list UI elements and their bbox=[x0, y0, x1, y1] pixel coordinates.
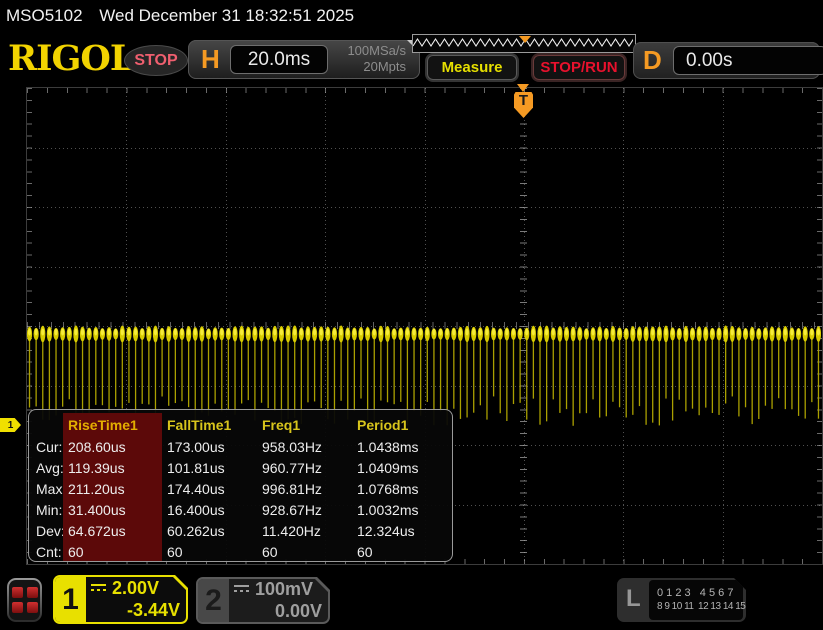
channel2-badge[interactable]: 2 100mV 0.00V bbox=[196, 577, 330, 624]
delay-block[interactable]: D 0.00s bbox=[633, 42, 820, 79]
meas-column-header: Freq1 bbox=[257, 413, 352, 436]
measurement-panel: RiseTime1FallTime1Freq1Period1 Cur:208.60… bbox=[28, 409, 453, 562]
channel2-number: 2 bbox=[198, 579, 229, 622]
timebase-value[interactable]: 20.0ms bbox=[230, 45, 328, 74]
meas-row-label: Dev: bbox=[29, 520, 63, 541]
stop-run-button[interactable]: STOP/RUN bbox=[533, 55, 625, 80]
d-label: D bbox=[643, 45, 662, 76]
logic-l-label: L bbox=[626, 585, 641, 613]
meas-value-cell: 119.39us bbox=[63, 457, 162, 478]
dc-coupling-icon bbox=[233, 585, 250, 595]
horizontal-menu-block[interactable]: H 20.0ms 100MSa/s 20Mpts bbox=[188, 40, 420, 79]
meas-value-cell: 996.81Hz bbox=[257, 478, 352, 499]
waveform-overview-strip[interactable] bbox=[412, 34, 636, 53]
channel1-scale: 2.00V bbox=[112, 578, 159, 599]
logic-digits-row2: 8 9 10 11 12 13 14 15 bbox=[657, 600, 743, 614]
meas-value-cell: 60.262us bbox=[162, 520, 257, 541]
menu-grid-icon[interactable] bbox=[7, 578, 42, 622]
meas-value-cell: 1.0438ms bbox=[352, 436, 452, 457]
run-state-badge: STOP bbox=[124, 45, 188, 76]
channel1-badge[interactable]: 1 2.00V -3.44V bbox=[53, 575, 188, 624]
meas-value-cell: 60 bbox=[63, 541, 162, 562]
meas-row-label: Max: bbox=[29, 478, 63, 499]
meas-row-label: Cnt: bbox=[29, 541, 63, 562]
logic-digits-row1: 0 1 2 3 4 5 6 7 bbox=[657, 586, 743, 600]
h-label: H bbox=[201, 44, 220, 75]
meas-value-cell: 928.67Hz bbox=[257, 499, 352, 520]
meas-value-cell: 11.420Hz bbox=[257, 520, 352, 541]
meas-column-header: FallTime1 bbox=[162, 413, 257, 436]
channel1-number: 1 bbox=[55, 577, 86, 622]
channel2-offset: 0.00V bbox=[233, 601, 322, 622]
meas-value-cell: 958.03Hz bbox=[257, 436, 352, 457]
meas-row-label: Min: bbox=[29, 499, 63, 520]
overview-trigger-marker-icon bbox=[519, 36, 531, 43]
meas-value-cell: 208.60us bbox=[63, 436, 162, 457]
meas-value-cell: 1.0409ms bbox=[352, 457, 452, 478]
meas-value-cell: 16.400us bbox=[162, 499, 257, 520]
topbar: MSO5102 Wed December 31 18:32:51 2025 bbox=[0, 0, 823, 30]
meas-column-header: RiseTime1 bbox=[63, 413, 162, 436]
channel1-offset: -3.44V bbox=[90, 600, 180, 621]
meas-value-cell: 64.672us bbox=[63, 520, 162, 541]
channel2-scale: 100mV bbox=[255, 579, 313, 600]
meas-value-cell: 174.40us bbox=[162, 478, 257, 499]
memory-depth-label: 20Mpts bbox=[347, 59, 406, 75]
meas-value-cell: 60 bbox=[352, 541, 452, 562]
delay-value[interactable]: 0.00s bbox=[673, 46, 823, 75]
meas-value-cell: 101.81us bbox=[162, 457, 257, 478]
oscilloscope-screen: MSO5102 Wed December 31 18:32:51 2025 RI… bbox=[0, 0, 823, 630]
dc-coupling-icon bbox=[90, 584, 107, 594]
rigol-logo: RIGOL bbox=[8, 38, 133, 79]
meas-value-cell: 173.00us bbox=[162, 436, 257, 457]
logic-channels-badge[interactable]: L 0 1 2 3 4 5 6 7 8 9 10 11 12 13 14 15 bbox=[617, 578, 746, 622]
meas-row-label: Avg: bbox=[29, 457, 63, 478]
meas-value-cell: 12.324us bbox=[352, 520, 452, 541]
channel1-level-marker[interactable]: 1 bbox=[0, 418, 21, 432]
meas-corner-cell bbox=[29, 413, 63, 436]
meas-value-cell: 31.400us bbox=[63, 499, 162, 520]
meas-column-header: Period1 bbox=[352, 413, 452, 436]
trigger-triangle-icon bbox=[517, 84, 529, 92]
meas-value-cell: 960.77Hz bbox=[257, 457, 352, 478]
meas-row-label: Cur: bbox=[29, 436, 63, 457]
meas-value-cell: 211.20us bbox=[63, 478, 162, 499]
meas-value-cell: 60 bbox=[162, 541, 257, 562]
model-label: MSO5102 bbox=[6, 6, 83, 25]
meas-value-cell: 1.0032ms bbox=[352, 499, 452, 520]
sample-rate-label: 100MSa/s bbox=[347, 43, 406, 59]
datetime-label: Wed December 31 18:32:51 2025 bbox=[99, 6, 354, 25]
run-state-label: STOP bbox=[134, 52, 177, 70]
measure-button[interactable]: Measure bbox=[427, 55, 517, 80]
trigger-t-icon: T bbox=[519, 92, 528, 109]
meas-value-cell: 1.0768ms bbox=[352, 478, 452, 499]
meas-value-cell: 60 bbox=[257, 541, 352, 562]
